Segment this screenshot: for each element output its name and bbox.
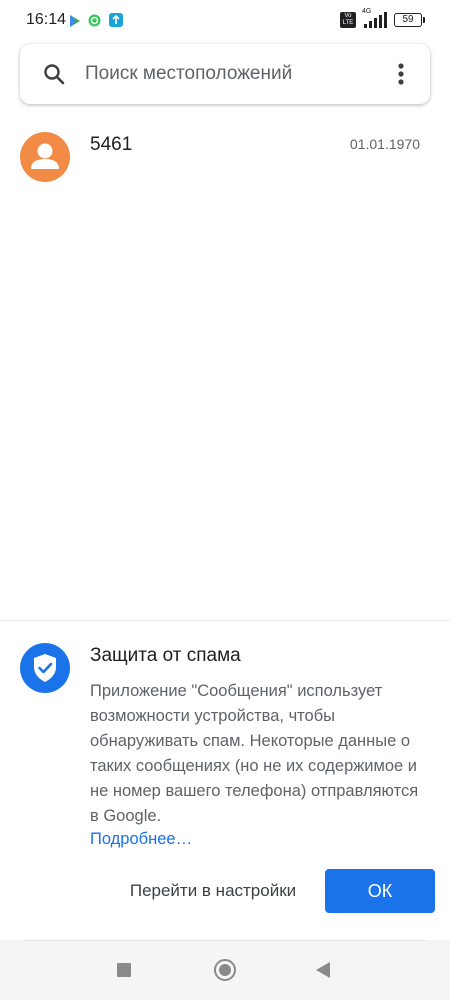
battery-icon: 59 [394, 13, 425, 27]
signal-icon: 4G [362, 8, 388, 28]
spam-card-title: Защита от спама [90, 645, 241, 666]
play-store-icon [70, 14, 80, 32]
status-bar: 16:14 Vo LTE 4G 59 [0, 0, 450, 42]
person-icon [20, 143, 70, 182]
spam-protection-card: Защита от спама Приложение "Сообщения" и… [0, 620, 450, 940]
avatar [20, 132, 70, 182]
search-icon[interactable] [42, 62, 66, 91]
nav-divider [24, 940, 426, 941]
search-bar[interactable]: Поиск местоположений [20, 44, 430, 104]
conversation-name: 5461 [90, 134, 133, 155]
learn-more-link[interactable]: Подробнее… [90, 830, 192, 849]
navigation-bar [0, 940, 450, 1000]
home-icon[interactable] [214, 959, 236, 981]
upload-icon [109, 13, 123, 32]
back-icon[interactable] [316, 962, 330, 978]
shield-check-icon [20, 643, 70, 693]
status-notification-icons [70, 13, 123, 32]
more-vert-icon[interactable] [398, 62, 404, 91]
spam-card-body: Приложение "Сообщения" использует возмож… [90, 682, 419, 825]
go-to-settings-button[interactable]: Перейти в настройки [108, 869, 318, 913]
conversation-item[interactable]: 5461 01.01.1970 [0, 118, 450, 196]
search-input[interactable]: Поиск местоположений [85, 63, 292, 85]
vpn-icon [88, 14, 101, 32]
volte-icon: Vo LTE [340, 12, 356, 28]
ok-button[interactable]: ОК [325, 869, 435, 913]
conversation-date: 01.01.1970 [349, 136, 420, 152]
status-system-icons: Vo LTE 4G 59 [340, 8, 425, 28]
status-time: 16:14 [26, 11, 67, 28]
recents-icon[interactable] [117, 963, 131, 977]
